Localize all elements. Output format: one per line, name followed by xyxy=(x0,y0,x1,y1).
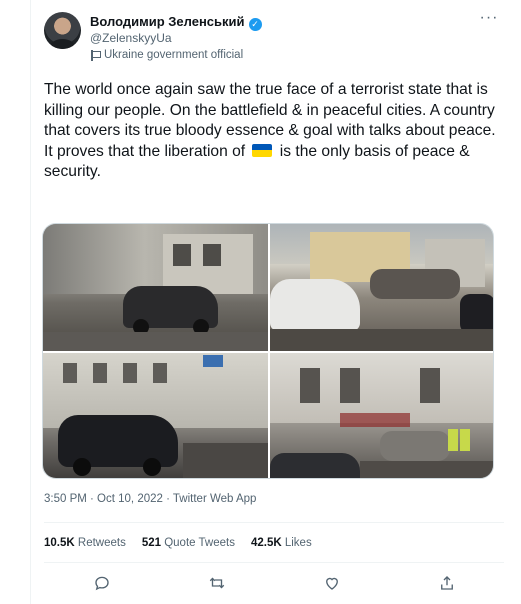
government-label[interactable]: Ukraine government official xyxy=(90,49,243,61)
tweet-stats: 10.5K Retweets 521 Quote Tweets 42.5K Li… xyxy=(44,537,312,549)
divider-top xyxy=(44,522,504,523)
share-icon[interactable] xyxy=(434,570,460,596)
like-icon[interactable] xyxy=(319,570,345,596)
tweet-text: The world once again saw the true face o… xyxy=(44,80,504,183)
reply-icon[interactable] xyxy=(89,570,115,596)
tweet-timestamp[interactable]: 3:50 PM · Oct 10, 2022 · Twitter Web App xyxy=(44,493,256,505)
verified-badge-icon: ✓ xyxy=(248,18,262,31)
retweet-icon[interactable] xyxy=(204,570,230,596)
author-name-text[interactable]: Володимир Зеленський xyxy=(90,14,245,29)
media-photo-4[interactable] xyxy=(270,353,493,478)
quotes-stat[interactable]: 521 Quote Tweets xyxy=(142,537,235,549)
media-photo-1[interactable] xyxy=(43,224,268,351)
media-photo-2[interactable] xyxy=(270,224,493,351)
likes-label: Likes xyxy=(284,537,312,549)
tweet-actions xyxy=(44,570,504,596)
retweets-stat[interactable]: 10.5K Retweets xyxy=(44,537,126,549)
likes-stat[interactable]: 42.5K Likes xyxy=(251,537,312,549)
media-photo-3[interactable] xyxy=(43,353,268,478)
retweets-label: Retweets xyxy=(77,537,126,549)
author-name[interactable]: Володимир Зеленський ✓ xyxy=(90,14,262,31)
quotes-label: Quote Tweets xyxy=(164,537,235,549)
ukraine-flag-icon xyxy=(252,143,273,157)
more-options-icon[interactable]: ··· xyxy=(478,10,500,30)
page-left-margin xyxy=(0,0,30,604)
author-handle[interactable]: @ZelenskyyUa xyxy=(90,31,172,45)
flag-icon xyxy=(90,49,101,61)
media-grid xyxy=(42,223,494,479)
government-label-text: Ukraine government official xyxy=(104,49,244,61)
quotes-count: 521 xyxy=(141,537,162,549)
retweets-count: 10.5K xyxy=(44,537,75,549)
divider-bottom xyxy=(44,562,504,563)
likes-count: 42.5K xyxy=(250,537,282,549)
avatar[interactable] xyxy=(44,12,81,49)
